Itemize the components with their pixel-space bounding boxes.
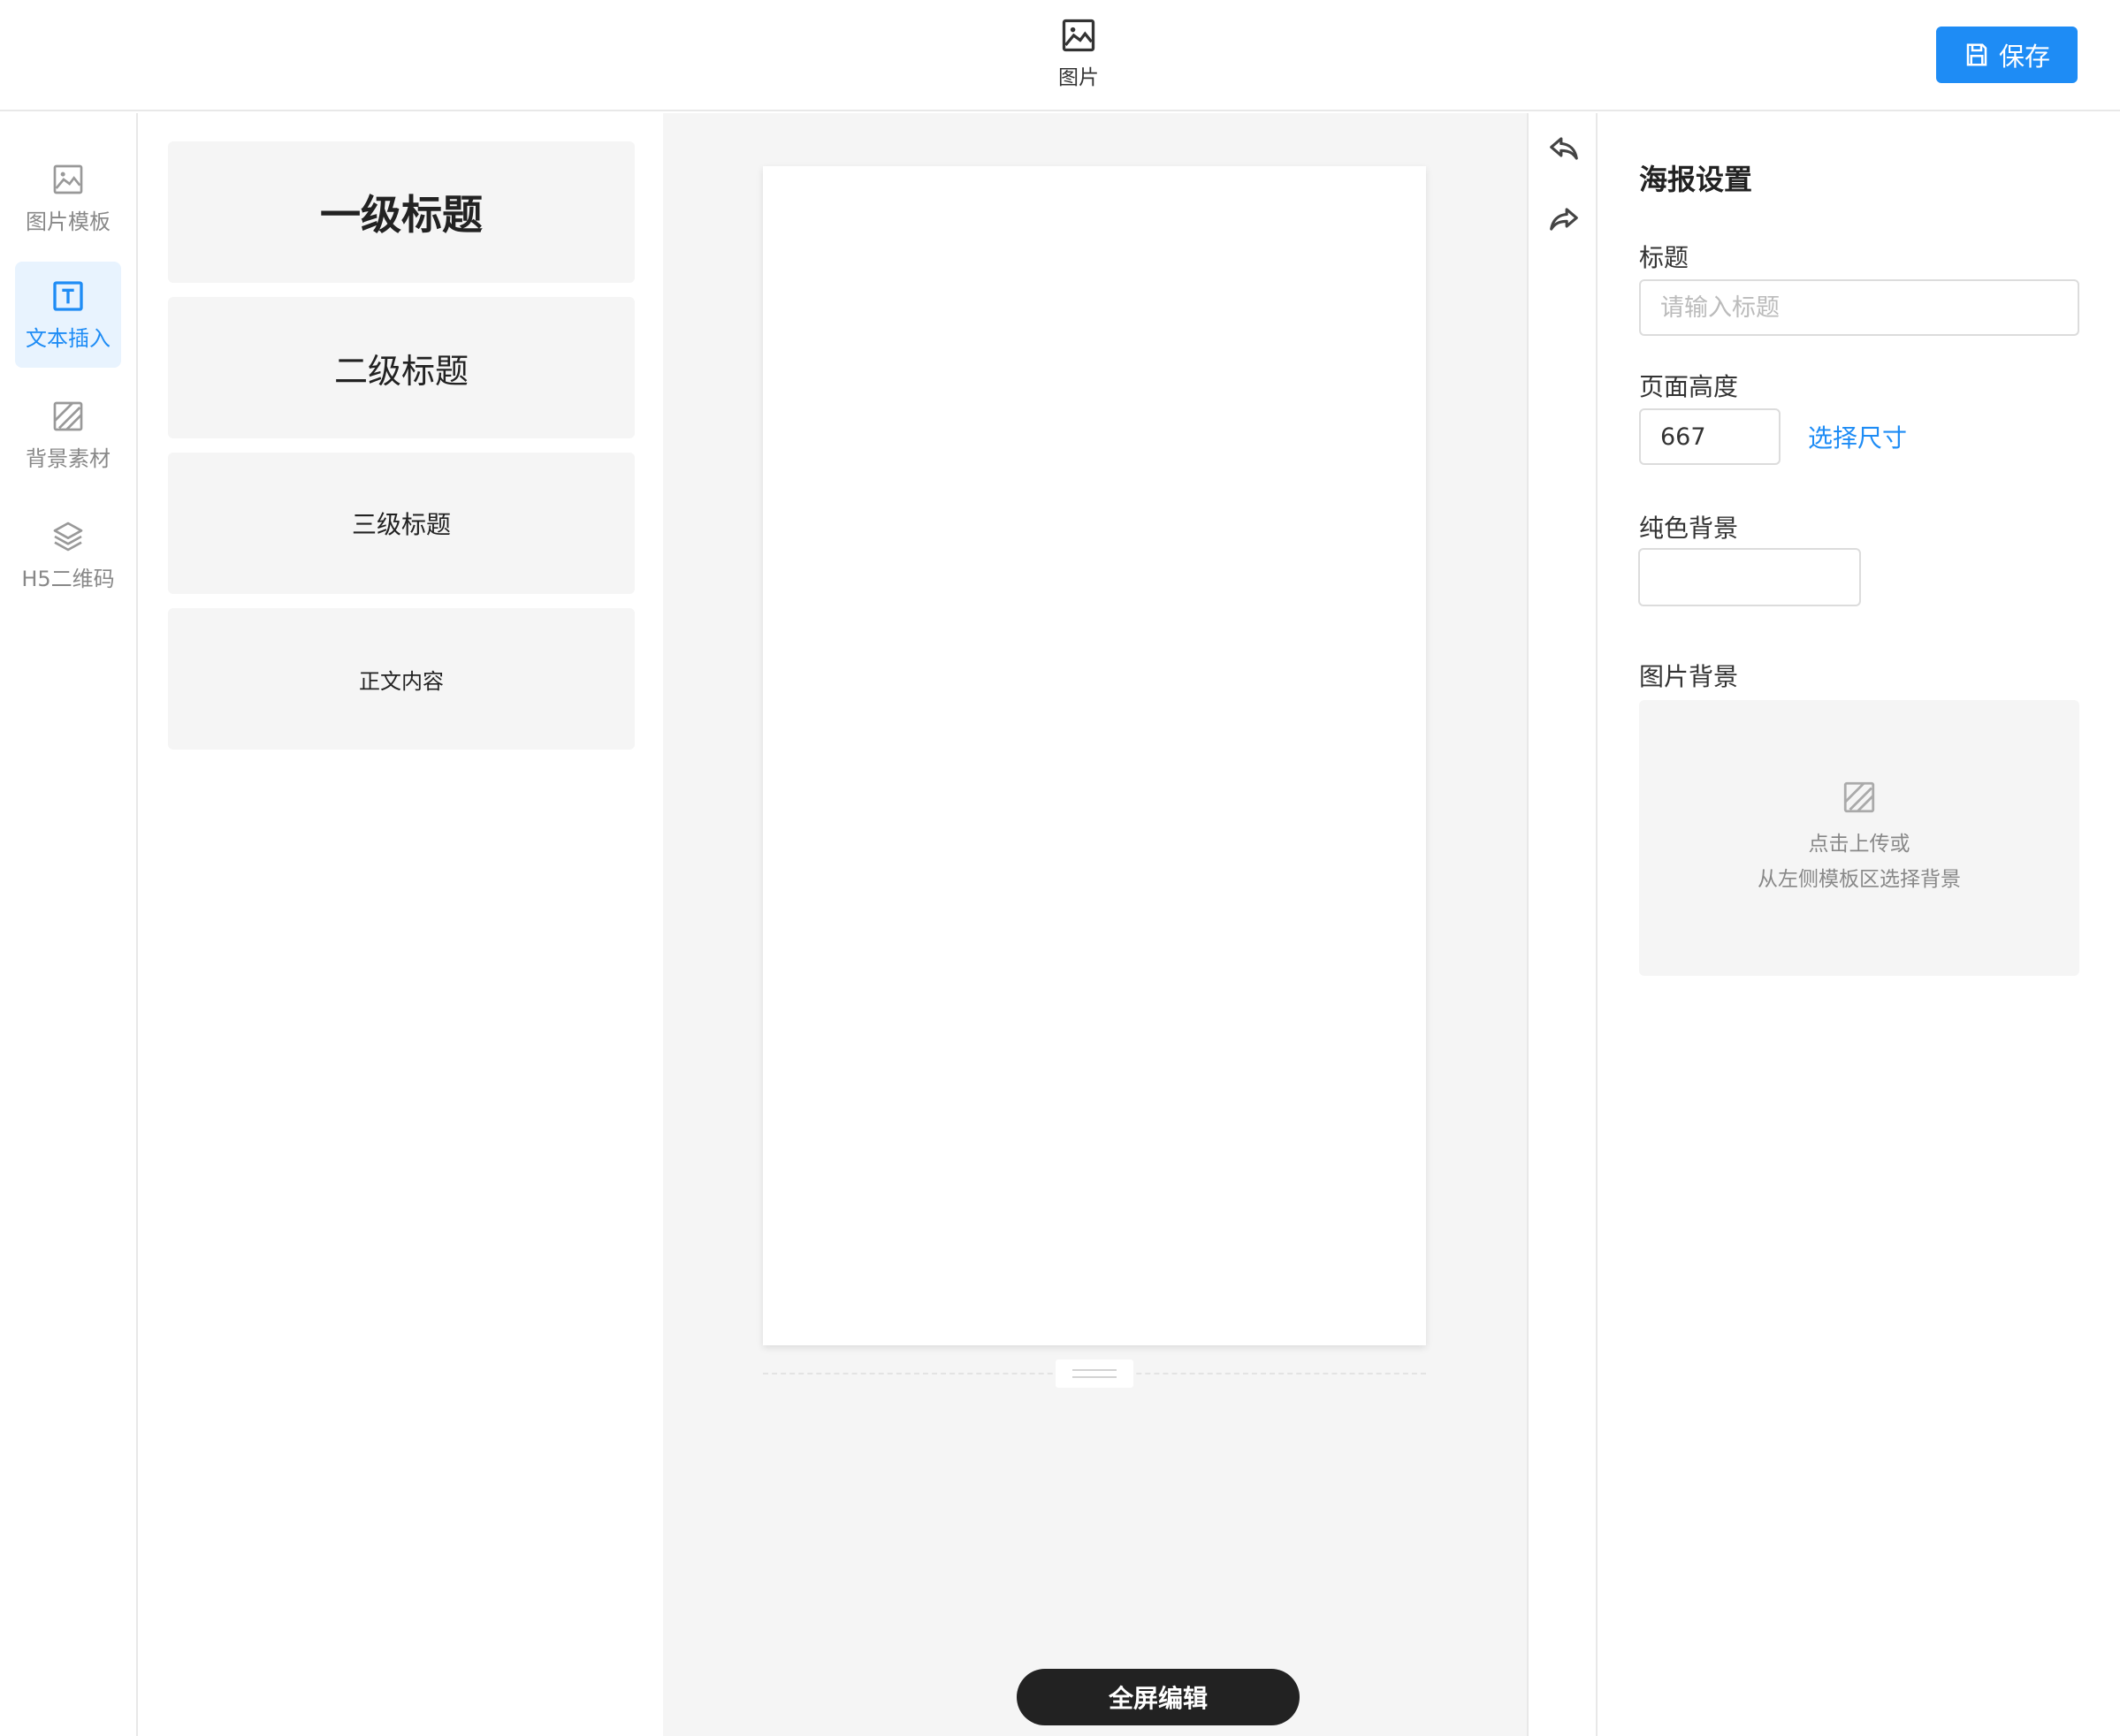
page-height-input[interactable] <box>1639 408 1781 465</box>
left-nav: 图片模板 文本插入 背景素材 H5二维码 <box>0 113 138 1736</box>
title-field-label: 标题 <box>1639 243 1689 272</box>
upload-hint-line-1: 点击上传或 <box>1808 833 1910 856</box>
upload-hint-line-2: 从左侧模板区选择背景 <box>1758 868 1961 891</box>
nav-item-image-templates[interactable]: 图片模板 <box>15 145 121 251</box>
text-template-label: 三级标题 <box>351 510 451 539</box>
save-button[interactable]: 保存 <box>1936 27 2078 83</box>
undo-button[interactable] <box>1544 129 1583 168</box>
nav-item-label: 文本插入 <box>26 325 111 351</box>
text-template-h2[interactable]: 二级标题 <box>168 297 635 438</box>
image-background-label: 图片背景 <box>1639 662 1739 691</box>
nav-item-background-assets[interactable]: 背景素材 <box>15 382 121 488</box>
hatched-square-icon <box>1843 781 1875 813</box>
nav-item-label: 图片模板 <box>26 209 111 234</box>
hatched-square-icon <box>53 401 83 430</box>
redo-icon <box>1550 208 1578 231</box>
floppy-disk-icon <box>1966 43 1987 66</box>
grip-line <box>1072 1376 1117 1378</box>
text-template-label: 二级标题 <box>333 351 469 391</box>
text-template-label: 正文内容 <box>359 668 444 694</box>
history-toolbar <box>1527 113 1598 1736</box>
top-header: 图片 保存 <box>0 0 2120 111</box>
undo-icon <box>1550 137 1578 160</box>
save-button-label: 保存 <box>1998 42 2050 72</box>
text-box-icon <box>53 280 83 311</box>
image-icon <box>1062 19 1095 52</box>
title-input[interactable] <box>1639 279 2079 336</box>
nav-item-text-insert[interactable]: 文本插入 <box>15 262 121 368</box>
solid-color-picker[interactable] <box>1638 548 1861 606</box>
image-background-upload[interactable]: 点击上传或 从左侧模板区选择背景 <box>1639 700 2079 976</box>
choose-size-link[interactable]: 选择尺寸 <box>1808 419 1907 454</box>
fullscreen-edit-button[interactable]: 全屏编辑 <box>1017 1669 1300 1725</box>
tab-image-label: 图片 <box>1058 66 1099 89</box>
image-icon <box>53 164 83 194</box>
tab-image[interactable]: 图片 <box>1034 16 1123 95</box>
text-template-body[interactable]: 正文内容 <box>168 608 635 750</box>
nav-item-label: H5二维码 <box>21 566 115 591</box>
settings-title: 海报设置 <box>1639 163 1753 196</box>
redo-button[interactable] <box>1544 200 1583 239</box>
text-template-h3[interactable]: 三级标题 <box>168 453 635 594</box>
fullscreen-edit-label: 全屏编辑 <box>1108 1684 1208 1713</box>
text-template-panel: 一级标题 二级标题 三级标题 正文内容 <box>140 113 663 1736</box>
solid-background-label: 纯色背景 <box>1639 514 1739 543</box>
nav-item-label: 背景素材 <box>26 445 111 471</box>
text-template-label: 一级标题 <box>320 191 483 239</box>
layers-icon <box>53 522 83 551</box>
poster-settings-panel: 海报设置 标题 页面高度 选择尺寸 纯色背景 图片背景 点击上传或 从左侧模板区… <box>1598 113 2120 1736</box>
canvas-area: 全屏编辑 <box>663 113 1527 1736</box>
text-template-h1[interactable]: 一级标题 <box>168 141 635 283</box>
nav-item-h5-qrcode[interactable]: H5二维码 <box>15 502 121 608</box>
page-height-label: 页面高度 <box>1639 372 1739 401</box>
poster-canvas[interactable] <box>763 166 1426 1345</box>
grip-line <box>1072 1369 1117 1371</box>
height-resize-handle[interactable] <box>1056 1359 1133 1388</box>
